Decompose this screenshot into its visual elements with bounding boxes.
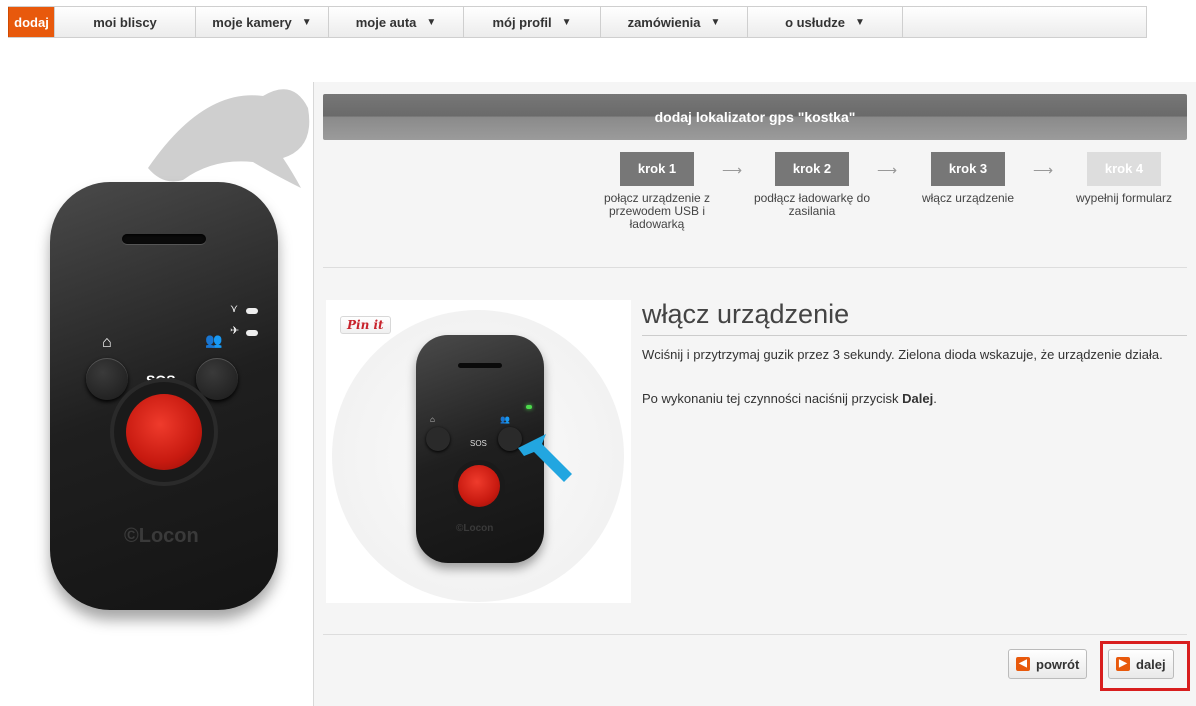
nav-item-moi-bliscy[interactable]: moi bliscy [54, 7, 195, 37]
speaker-slot [122, 234, 206, 244]
gps-icon: ✈ [230, 325, 240, 337]
home-button [86, 358, 128, 400]
step-3: krok 3 [931, 152, 1005, 186]
sos-label: SOS [470, 439, 487, 448]
speaker-slot [458, 363, 502, 368]
step-instructions: Wciśnij i przytrzymaj guzik przez 3 seku… [642, 344, 1182, 410]
step-3-desc: włącz urządzenie [921, 191, 1015, 205]
home-icon: ⌂ [430, 415, 435, 424]
step-2: krok 2 [775, 152, 849, 186]
nav-item-moje-auta[interactable]: moje auta ▼ [328, 7, 463, 37]
speech-bubble-icon [148, 89, 310, 188]
main-panel: dodaj lokalizator gps "kostka" krok 1 ⟶ … [313, 82, 1196, 706]
chevron-down-icon: ▼ [710, 16, 721, 28]
nav-label: o usłudze [785, 14, 846, 30]
panel-title: dodaj lokalizator gps "kostka" [323, 94, 1187, 140]
nav-label: moje auta [355, 14, 417, 30]
nav-item-moje-kamery[interactable]: moje kamery ▼ [195, 7, 328, 37]
led-indicator [246, 308, 258, 314]
arrow-right-icon: ⟶ [877, 162, 898, 178]
arrow-right-icon: ⟶ [1033, 162, 1054, 178]
people-icon: 👥 [205, 332, 223, 348]
pointer-arrow-icon [518, 434, 572, 482]
nav-item-dodaj[interactable]: dodaj [8, 7, 54, 37]
nav-label: mój profil [492, 14, 552, 30]
nav-label: zamówienia [627, 14, 701, 30]
sos-button [458, 465, 500, 507]
instruction-paragraph: Wciśnij i przytrzymaj guzik przez 3 seku… [642, 347, 1163, 362]
home-icon: ⌂ [102, 334, 112, 351]
signal-icon: ⋎ [230, 303, 239, 315]
nav-item-o-usludze[interactable]: o usłudze ▼ [747, 7, 902, 37]
gps-device-image: ⋎ ✈ ⌂ 👥 SOS ©Locon [50, 182, 278, 610]
chevron-down-icon: ▼ [561, 16, 572, 28]
step-illustration: Pin it ⌂ 👥 SOS ©Locon [326, 300, 631, 603]
step-heading: włącz urządzenie [642, 299, 850, 329]
back-button[interactable]: ◀ powrót [1008, 649, 1088, 679]
heading-underline [642, 335, 1187, 336]
instruction-bold: Dalej [902, 391, 934, 406]
device-brand: ©Locon [124, 525, 199, 547]
divider [323, 634, 1187, 635]
contacts-button [196, 358, 238, 400]
nav-spacer [902, 7, 1146, 37]
nav-item-moj-profil[interactable]: mój profil ▼ [463, 7, 600, 37]
instruction-text: . [933, 391, 937, 406]
people-icon: 👥 [500, 415, 510, 424]
device-brand: ©Locon [456, 523, 494, 534]
nav-label: moi bliscy [93, 14, 157, 30]
back-label: powrót [1036, 656, 1080, 672]
step-2-desc: podłącz ładowarkę do zasilania [753, 191, 871, 218]
step-4-desc: wypełnij formularz [1075, 191, 1173, 205]
divider [323, 267, 1187, 268]
step-1: krok 1 [620, 152, 694, 186]
home-button [426, 427, 450, 451]
step-1-desc: połącz urządzenie z przewodem USB i łado… [603, 191, 711, 231]
chevron-down-icon: ▼ [426, 16, 437, 28]
chevron-down-icon: ▼ [855, 16, 865, 28]
green-led [526, 405, 532, 409]
led-indicator [246, 330, 258, 336]
chevron-down-icon: ▼ [301, 16, 312, 28]
step-4: krok 4 [1087, 152, 1161, 186]
sos-button [126, 394, 202, 470]
top-nav: dodaj moi bliscy moje kamery ▼ moje auta ▼… [8, 6, 1147, 38]
nav-label: dodaj [14, 14, 49, 30]
instruction-paragraph-2: Po wykonaniu tej czynności naciśnij przy… [642, 388, 1182, 410]
nav-item-zamowienia[interactable]: zamówienia ▼ [600, 7, 747, 37]
nav-label: moje kamery [212, 14, 292, 30]
pinterest-button[interactable]: Pin it [340, 316, 391, 334]
back-icon: ◀ [1016, 657, 1030, 671]
arrow-right-icon: ⟶ [722, 162, 743, 178]
instruction-text: Po wykonaniu tej czynności naciśnij przy… [642, 391, 903, 406]
next-button-highlight [1100, 641, 1190, 691]
